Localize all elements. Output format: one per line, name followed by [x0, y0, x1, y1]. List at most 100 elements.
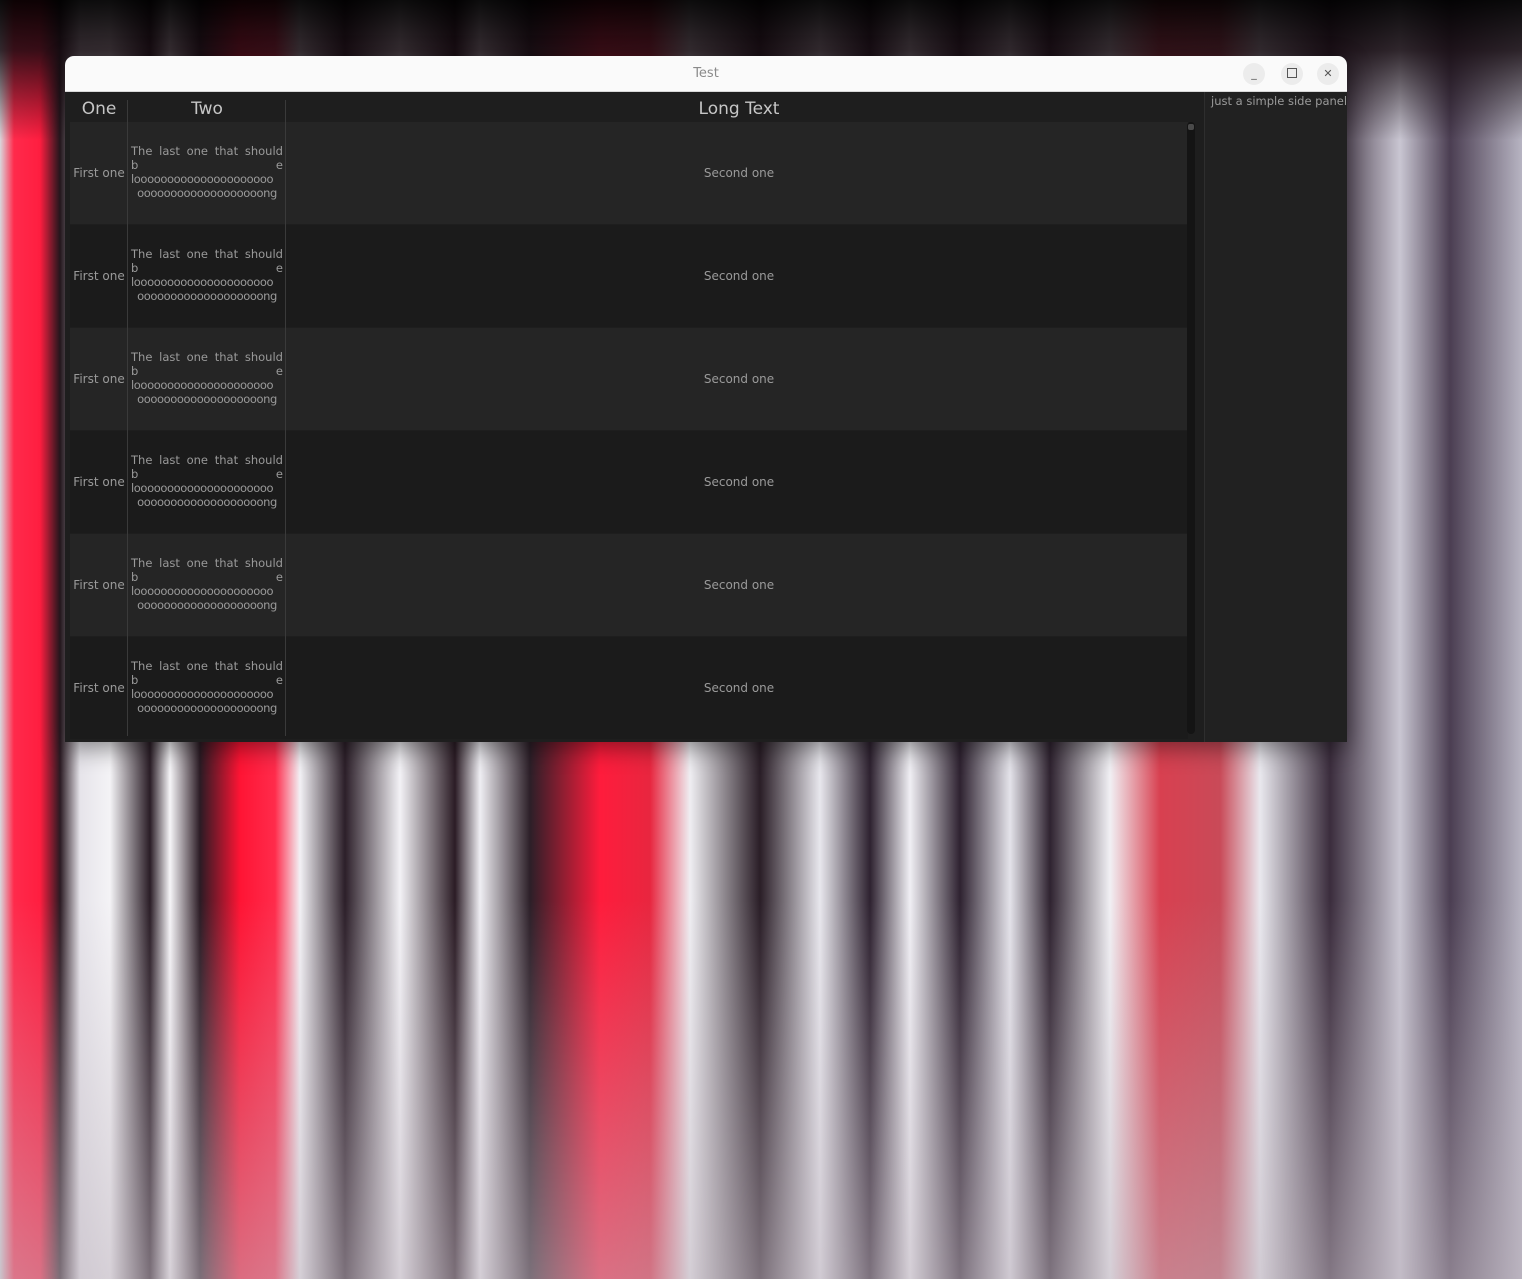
title-bar[interactable]: Test _ ✕ — [65, 56, 1347, 92]
cell-two-line: be — [131, 467, 283, 481]
cell-two-word: e — [275, 364, 283, 378]
cell-two-word: should — [244, 247, 283, 261]
table-row[interactable]: First one The last one that should b e loooooooo… — [70, 328, 1188, 430]
cell-two-line: be — [131, 261, 283, 275]
cell-two-word: The — [131, 659, 153, 673]
window-title: Test — [693, 66, 719, 81]
cell-two-word: one — [186, 453, 209, 467]
table-row[interactable]: First one The last one that should b e loooooooo… — [70, 637, 1188, 739]
cell-two-word: e — [275, 158, 283, 172]
vertical-scrollbar[interactable] — [1187, 122, 1195, 734]
cell-two-word: that — [214, 247, 239, 261]
cell-two-word: b — [131, 158, 139, 172]
table-row[interactable]: First one The last one that should b e loooooooo… — [70, 122, 1188, 224]
column-header-long-text[interactable]: Long Text — [290, 92, 1188, 122]
cell-long-text: Second one — [703, 578, 775, 592]
cell-two: The last one that should b e looooooooooooooooo… — [131, 350, 283, 406]
cell-two-word: e — [275, 261, 283, 275]
cell-two-word: should — [244, 453, 283, 467]
cell-two-word: one — [186, 247, 209, 261]
cell-two: The last one that should b e looooooooooooooooo… — [131, 659, 283, 715]
cell-two: The last one that should b e looooooooooooooooo… — [131, 453, 283, 509]
cell-two-word: last — [159, 453, 180, 467]
cell-two-word: that — [214, 144, 239, 158]
cell-one: First one — [73, 372, 125, 386]
cell-two-line: ooooooooooooooooooong — [137, 186, 277, 200]
cell-two-line: The last one that should — [131, 247, 283, 261]
cell-two-line: looooooooooooooooooooo — [131, 481, 274, 495]
cell-two-word: The — [131, 144, 153, 158]
cell-two-line: ooooooooooooooooooong — [137, 289, 277, 303]
table-row[interactable]: First one The last one that should b e loooooooo… — [70, 534, 1188, 636]
column-divider[interactable] — [127, 100, 128, 736]
cell-two-line: ooooooooooooooooooong — [137, 598, 277, 612]
cell-two-word: last — [159, 556, 180, 570]
column-divider[interactable] — [285, 100, 286, 736]
cell-two-line: be — [131, 673, 283, 687]
cell-two-word: should — [244, 556, 283, 570]
close-button[interactable]: ✕ — [1317, 63, 1339, 85]
cell-one: First one — [73, 166, 125, 180]
cell-two-line: The last one that should — [131, 453, 283, 467]
cell-one: First one — [73, 578, 125, 592]
cell-two-line: The last one that should — [131, 556, 283, 570]
column-header-one[interactable]: One — [70, 92, 128, 122]
cell-one: First one — [73, 475, 125, 489]
cell-long-text: Second one — [703, 475, 775, 489]
cell-long-text: Second one — [703, 166, 775, 180]
column-header-two[interactable]: Two — [131, 92, 283, 122]
close-icon: ✕ — [1323, 67, 1333, 80]
cell-two-word: The — [131, 556, 153, 570]
maximize-button[interactable] — [1281, 63, 1303, 85]
table: One Two Long Text First one The last one tha… — [70, 92, 1188, 739]
cell-one: First one — [73, 269, 125, 283]
table-row[interactable]: First one The last one that should b e loooooooo… — [70, 225, 1188, 327]
cell-two-word: The — [131, 350, 153, 364]
cell-two-line: ooooooooooooooooooong — [137, 392, 277, 406]
cell-two-word: last — [159, 350, 180, 364]
cell-two-line: The last one that should — [131, 350, 283, 364]
cell-two-word: last — [159, 659, 180, 673]
cell-two-word: one — [186, 659, 209, 673]
window-content: One Two Long Text First one The last one tha… — [65, 92, 1347, 742]
cell-two-word: one — [186, 144, 209, 158]
cell-two-word: The — [131, 453, 153, 467]
app-window: Test _ ✕ One Two Long Text First one The l… — [65, 56, 1347, 742]
scrollbar-thumb[interactable] — [1188, 124, 1194, 130]
cell-two-word: that — [214, 556, 239, 570]
cell-two-word: b — [131, 261, 139, 275]
cell-two-word: that — [214, 453, 239, 467]
cell-two-word: one — [186, 556, 209, 570]
cell-two-line: looooooooooooooooooooo — [131, 378, 274, 392]
side-panel-label: just a simple side panel — [1211, 94, 1347, 108]
cell-two-word: last — [159, 144, 180, 158]
cell-long-text: Second one — [703, 372, 775, 386]
cell-two-line: looooooooooooooooooooo — [131, 172, 274, 186]
cell-two-word: e — [275, 673, 283, 687]
cell-two-word: The — [131, 247, 153, 261]
cell-two-line: be — [131, 158, 283, 172]
cell-two: The last one that should b e looooooooooooooooo… — [131, 556, 283, 612]
cell-two-line: ooooooooooooooooooong — [137, 495, 277, 509]
cell-two-word: should — [244, 350, 283, 364]
minimize-button[interactable]: _ — [1243, 63, 1265, 85]
cell-two-line: ooooooooooooooooooong — [137, 701, 277, 715]
cell-two-line: looooooooooooooooooooo — [131, 687, 274, 701]
maximize-icon — [1287, 68, 1297, 78]
cell-two-line: The last one that should — [131, 144, 283, 158]
cell-two-line: looooooooooooooooooooo — [131, 584, 274, 598]
cell-two-line: The last one that should — [131, 659, 283, 673]
cell-two-word: e — [275, 467, 283, 481]
cell-two-word: b — [131, 467, 139, 481]
cell-two-word: e — [275, 570, 283, 584]
cell-two-line: looooooooooooooooooooo — [131, 275, 274, 289]
cell-two-word: should — [244, 659, 283, 673]
cell-one: First one — [73, 681, 125, 695]
cell-two-word: b — [131, 673, 139, 687]
cell-two-word: should — [244, 144, 283, 158]
cell-two: The last one that should b e looooooooooooooooo… — [131, 144, 283, 200]
cell-two-word: last — [159, 247, 180, 261]
cell-two-word: that — [214, 350, 239, 364]
minimize-icon: _ — [1251, 67, 1257, 80]
table-row[interactable]: First one The last one that should b e loooooooo… — [70, 431, 1188, 533]
